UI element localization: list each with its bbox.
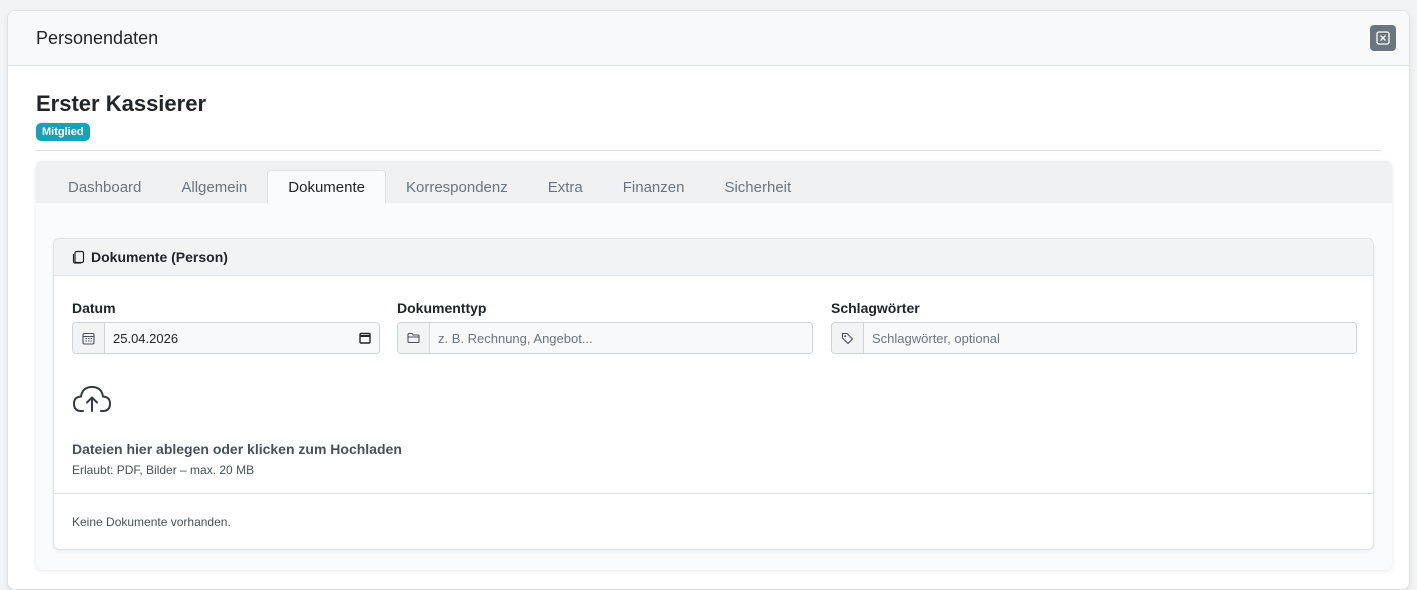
dokumenttyp-field-group: Dokumenttyp — [397, 298, 813, 354]
dokumenttyp-input[interactable] — [430, 323, 812, 353]
tab-finanzen[interactable]: Finanzen — [603, 171, 705, 203]
datum-input[interactable]: 25.04.2026 — [105, 323, 379, 353]
schlagwoerter-field-group: Schlagwörter — [831, 298, 1357, 354]
tab-sicherheit[interactable]: Sicherheit — [704, 171, 811, 203]
upload-title[interactable]: Dateien hier ablegen oder klicken zum Ho… — [72, 441, 402, 457]
schlagwoerter-addon — [832, 323, 864, 353]
cloud-upload-icon — [72, 385, 112, 412]
tab-container: Dashboard Allgemein Dokumente Korrespond… — [36, 161, 1392, 570]
divider — [36, 150, 1381, 151]
tab-korrespondenz[interactable]: Korrespondenz — [386, 171, 528, 203]
datum-field-group: Datum 25.04.2026 — [72, 298, 380, 354]
tag-icon — [841, 332, 854, 344]
documents-card-header: Dokumente (Person) — [54, 239, 1373, 276]
upload-hint: Erlaubt: PDF, Bilder – max. 20 MB — [72, 463, 255, 477]
date-picker-icon[interactable] — [359, 332, 371, 344]
status-badge: Mitglied — [36, 123, 90, 141]
datum-value: 25.04.2026 — [113, 330, 179, 346]
dokumenttyp-addon — [398, 323, 430, 353]
close-button[interactable] — [1370, 25, 1396, 51]
person-info: Erster Kassierer Mitglied — [8, 66, 1409, 141]
documents-card: Dokumente (Person) Datum 25.04.2026 Doku… — [53, 238, 1374, 550]
dokumenttyp-label: Dokumenttyp — [397, 300, 487, 316]
calendar-icon — [82, 332, 95, 345]
datum-input-group: 25.04.2026 — [72, 322, 380, 354]
documents-list: Keine Dokumente vorhanden. — [54, 493, 1373, 549]
person-name: Erster Kassierer — [36, 91, 207, 116]
empty-state-text: Keine Dokumente vorhanden. — [72, 514, 231, 529]
tab-dokumente[interactable]: Dokumente — [267, 170, 386, 203]
dokumenttyp-input-group — [397, 322, 813, 354]
schlagwoerter-input-group — [831, 322, 1357, 354]
schlagwoerter-input[interactable] — [864, 323, 1356, 353]
upload-dropzone[interactable] — [72, 384, 112, 419]
documents-card-title: Dokumente (Person) — [91, 249, 228, 265]
document-form: Datum 25.04.2026 Dokumenttyp z. B. Rechn… — [72, 298, 1357, 358]
datum-label: Datum — [72, 300, 116, 316]
datum-addon — [73, 323, 105, 353]
schlagwoerter-label: Schlagwörter — [831, 300, 920, 316]
tab-dashboard[interactable]: Dashboard — [48, 171, 161, 203]
folder-icon — [407, 332, 420, 344]
copy-icon — [72, 250, 85, 264]
tab-allgemein[interactable]: Allgemein — [161, 171, 267, 203]
modal-title: Personendaten — [36, 27, 159, 48]
person-modal: Personendaten Erster Kassierer Mitglied … — [7, 10, 1410, 590]
tab-extra[interactable]: Extra — [528, 171, 603, 203]
modal-header: Personendaten — [8, 11, 1409, 66]
close-icon — [1376, 31, 1390, 45]
tab-bar: Dashboard Allgemein Dokumente Korrespond… — [36, 161, 1392, 203]
